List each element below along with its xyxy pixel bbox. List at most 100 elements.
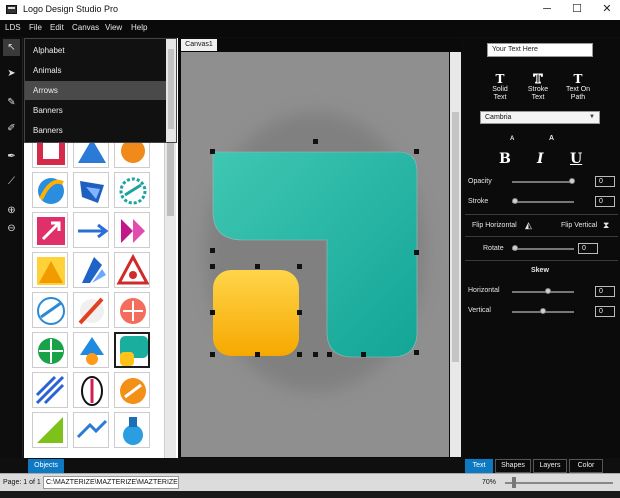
logo-thumb[interactable]: [32, 412, 68, 448]
menu-view[interactable]: View: [105, 23, 122, 32]
rotate-slider[interactable]: [512, 248, 574, 250]
menu-edit[interactable]: Edit: [50, 23, 64, 32]
zoom-slider-knob[interactable]: [512, 477, 516, 488]
logo-thumb[interactable]: [73, 172, 109, 208]
logo-thumb[interactable]: [73, 292, 109, 328]
skew-vertical-value[interactable]: 0: [595, 306, 615, 317]
flip-vertical-label[interactable]: Flip Vertical: [561, 222, 597, 229]
font-size-increase-icon[interactable]: A: [549, 135, 554, 142]
canvas-scrollbar-thumb[interactable]: [452, 112, 459, 362]
underline-button[interactable]: U: [570, 151, 582, 167]
logo-thumb[interactable]: [114, 212, 150, 248]
skew-vertical-label: Vertical: [468, 307, 491, 314]
logo-thumb[interactable]: [114, 140, 150, 168]
font-select[interactable]: Cambria ▼: [480, 111, 600, 124]
tab-color[interactable]: Color: [569, 459, 603, 473]
logo-thumb[interactable]: [32, 252, 68, 288]
logo-thumb[interactable]: [32, 140, 68, 168]
logo-thumb[interactable]: [114, 372, 150, 408]
logo-artwork[interactable]: [181, 52, 449, 457]
font-size-decrease-icon[interactable]: A: [510, 136, 514, 142]
category-dropdown[interactable]: Alphabet Animals Arrows Banners Banners: [24, 38, 177, 143]
logo-thumb[interactable]: [73, 140, 109, 168]
italic-button[interactable]: I: [537, 151, 544, 167]
category-item-alphabet[interactable]: Alphabet: [25, 41, 166, 60]
select-tool-button[interactable]: ➤: [3, 65, 20, 82]
tab-layers[interactable]: Layers: [533, 459, 567, 473]
stroke-slider[interactable]: [512, 201, 574, 203]
logo-thumb[interactable]: [32, 212, 68, 248]
pen-tool-button[interactable]: ✎: [3, 94, 20, 111]
opacity-slider-knob[interactable]: [569, 178, 575, 184]
rotate-value[interactable]: 0: [578, 243, 598, 254]
flip-vertical-icon[interactable]: ⧗: [603, 220, 609, 231]
menu-help[interactable]: Help: [131, 23, 147, 32]
zoom-in-button[interactable]: ⊕: [3, 202, 20, 219]
logo-thumb[interactable]: [32, 372, 68, 408]
pointer-tool-icon: ↖: [7, 42, 16, 53]
zoom-level: 70%: [482, 479, 497, 486]
logo-thumb[interactable]: [73, 372, 109, 408]
menu-lds[interactable]: LDS: [5, 23, 21, 32]
solid-text-button[interactable]: T Solid Text: [486, 72, 514, 102]
logo-thumb[interactable]: [73, 412, 109, 448]
category-item-arrows[interactable]: Arrows: [25, 81, 166, 100]
logo-thumb[interactable]: [73, 212, 109, 248]
dropdown-scrollbar[interactable]: [166, 39, 176, 142]
logo-thumb[interactable]: [73, 252, 109, 288]
brush-tool-button[interactable]: ✐: [3, 120, 20, 137]
skew-horizontal-slider[interactable]: [512, 291, 574, 293]
tab-text[interactable]: Text: [465, 459, 493, 473]
zoom-out-button[interactable]: ⊖: [3, 220, 20, 237]
skew-horizontal-knob[interactable]: [545, 288, 551, 294]
skew-horizontal-value[interactable]: 0: [595, 286, 615, 297]
category-item-animals[interactable]: Animals: [25, 61, 166, 80]
minimize-button[interactable]: ─: [532, 0, 562, 20]
rotate-slider-knob[interactable]: [512, 245, 518, 251]
tab-objects[interactable]: Objects: [28, 459, 64, 473]
skew-horizontal-label: Horizontal: [468, 287, 500, 294]
logo-thumb-selected[interactable]: [114, 332, 150, 368]
logo-thumb[interactable]: [114, 172, 150, 208]
skew-vertical-knob[interactable]: [540, 308, 546, 314]
text-on-path-button[interactable]: T Text On Path: [562, 72, 594, 102]
bold-button[interactable]: B: [499, 151, 511, 167]
flip-horizontal-icon[interactable]: ◭: [525, 220, 532, 231]
line-tool-button[interactable]: ⟋: [3, 173, 20, 190]
dropdown-scrollbar-thumb[interactable]: [168, 49, 174, 129]
opacity-slider[interactable]: [512, 181, 574, 183]
zoom-out-icon: ⊖: [7, 223, 16, 234]
zoom-in-icon: ⊕: [7, 205, 16, 216]
menu-file[interactable]: File: [29, 23, 42, 32]
logo-thumb[interactable]: [114, 412, 150, 448]
text-input[interactable]: Your Text Here: [487, 43, 593, 57]
brush-tool-icon: ✐: [7, 123, 16, 134]
logo-thumb[interactable]: [114, 292, 150, 328]
stroke-text-label: Stroke Text: [527, 86, 549, 101]
stroke-value[interactable]: 0: [595, 196, 615, 207]
opacity-value[interactable]: 0: [595, 176, 615, 187]
line-tool-icon: ⟋: [8, 176, 15, 187]
stroke-text-button[interactable]: T Stroke Text: [524, 72, 552, 102]
stroke-slider-knob[interactable]: [512, 198, 518, 204]
eyedropper-tool-button[interactable]: ✒: [3, 148, 20, 165]
tab-canvas1[interactable]: Canvas1: [181, 39, 217, 51]
logo-thumb[interactable]: [32, 172, 68, 208]
category-item-banners-2[interactable]: Banners: [25, 121, 166, 140]
pointer-tool-button[interactable]: ↖: [3, 39, 20, 56]
app-logo-icon: [6, 5, 17, 14]
logo-thumb[interactable]: [32, 292, 68, 328]
zoom-slider[interactable]: [505, 482, 613, 484]
flip-horizontal-label[interactable]: Flip Horizontal: [472, 222, 517, 229]
logo-thumb[interactable]: [114, 252, 150, 288]
canvas-page[interactable]: [181, 52, 449, 457]
logo-thumb[interactable]: [32, 332, 68, 368]
close-button[interactable]: ✕: [592, 0, 620, 20]
tab-shapes[interactable]: Shapes: [495, 459, 531, 473]
maximize-button[interactable]: ☐: [562, 0, 592, 20]
category-item-banners[interactable]: Banners: [25, 101, 166, 120]
logo-thumb[interactable]: [73, 332, 109, 368]
canvas-scrollbar[interactable]: [450, 52, 461, 457]
tool-strip: ↖ ➤ ✎ ✐ ✒ ⟋ ⊕ ⊖: [0, 38, 23, 458]
menu-canvas[interactable]: Canvas: [72, 23, 99, 32]
